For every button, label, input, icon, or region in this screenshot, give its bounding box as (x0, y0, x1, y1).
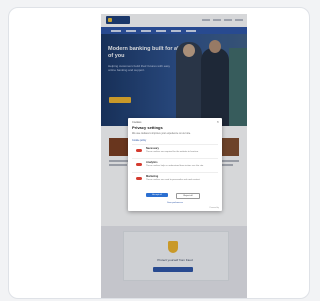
preview-card: Modern banking built for all of you Help… (8, 7, 310, 299)
cookie-category-row: Marketing These cookies are used to pers… (132, 172, 218, 186)
cookie-category-row: Analytics These cookies help us understa… (132, 158, 218, 172)
category-description: These cookies help us understand how vis… (146, 165, 204, 167)
dialog-title: Privacy settings (132, 125, 163, 130)
privacy-settings-dialog: Cookies × Privacy settings We use cookie… (128, 118, 222, 211)
category-title: Necessary (146, 147, 159, 150)
reject-all-button[interactable]: Reject all (176, 193, 200, 199)
dialog-description: We use cookies to improve your experienc… (132, 132, 191, 135)
website-screenshot: Modern banking built for all of you Help… (101, 14, 247, 298)
category-toggle[interactable] (136, 149, 142, 152)
category-description: These cookies are required for the websi… (146, 151, 199, 153)
powered-by-label: Powered by (209, 207, 220, 209)
accept-all-button[interactable]: Accept all (146, 193, 168, 197)
cookie-policy-link[interactable]: Cookie policy (132, 139, 146, 142)
category-title: Analytics (146, 161, 158, 164)
category-title: Marketing (146, 175, 159, 178)
save-preferences-link[interactable]: Save preferences (132, 202, 218, 204)
category-toggle[interactable] (136, 177, 142, 180)
dialog-header: Cookies (132, 121, 142, 124)
close-icon[interactable]: × (217, 120, 219, 124)
category-toggle[interactable] (136, 163, 142, 166)
cookie-category-row: Necessary These cookies are required for… (132, 144, 218, 158)
category-description: These cookies are used to personalise ad… (146, 179, 201, 181)
